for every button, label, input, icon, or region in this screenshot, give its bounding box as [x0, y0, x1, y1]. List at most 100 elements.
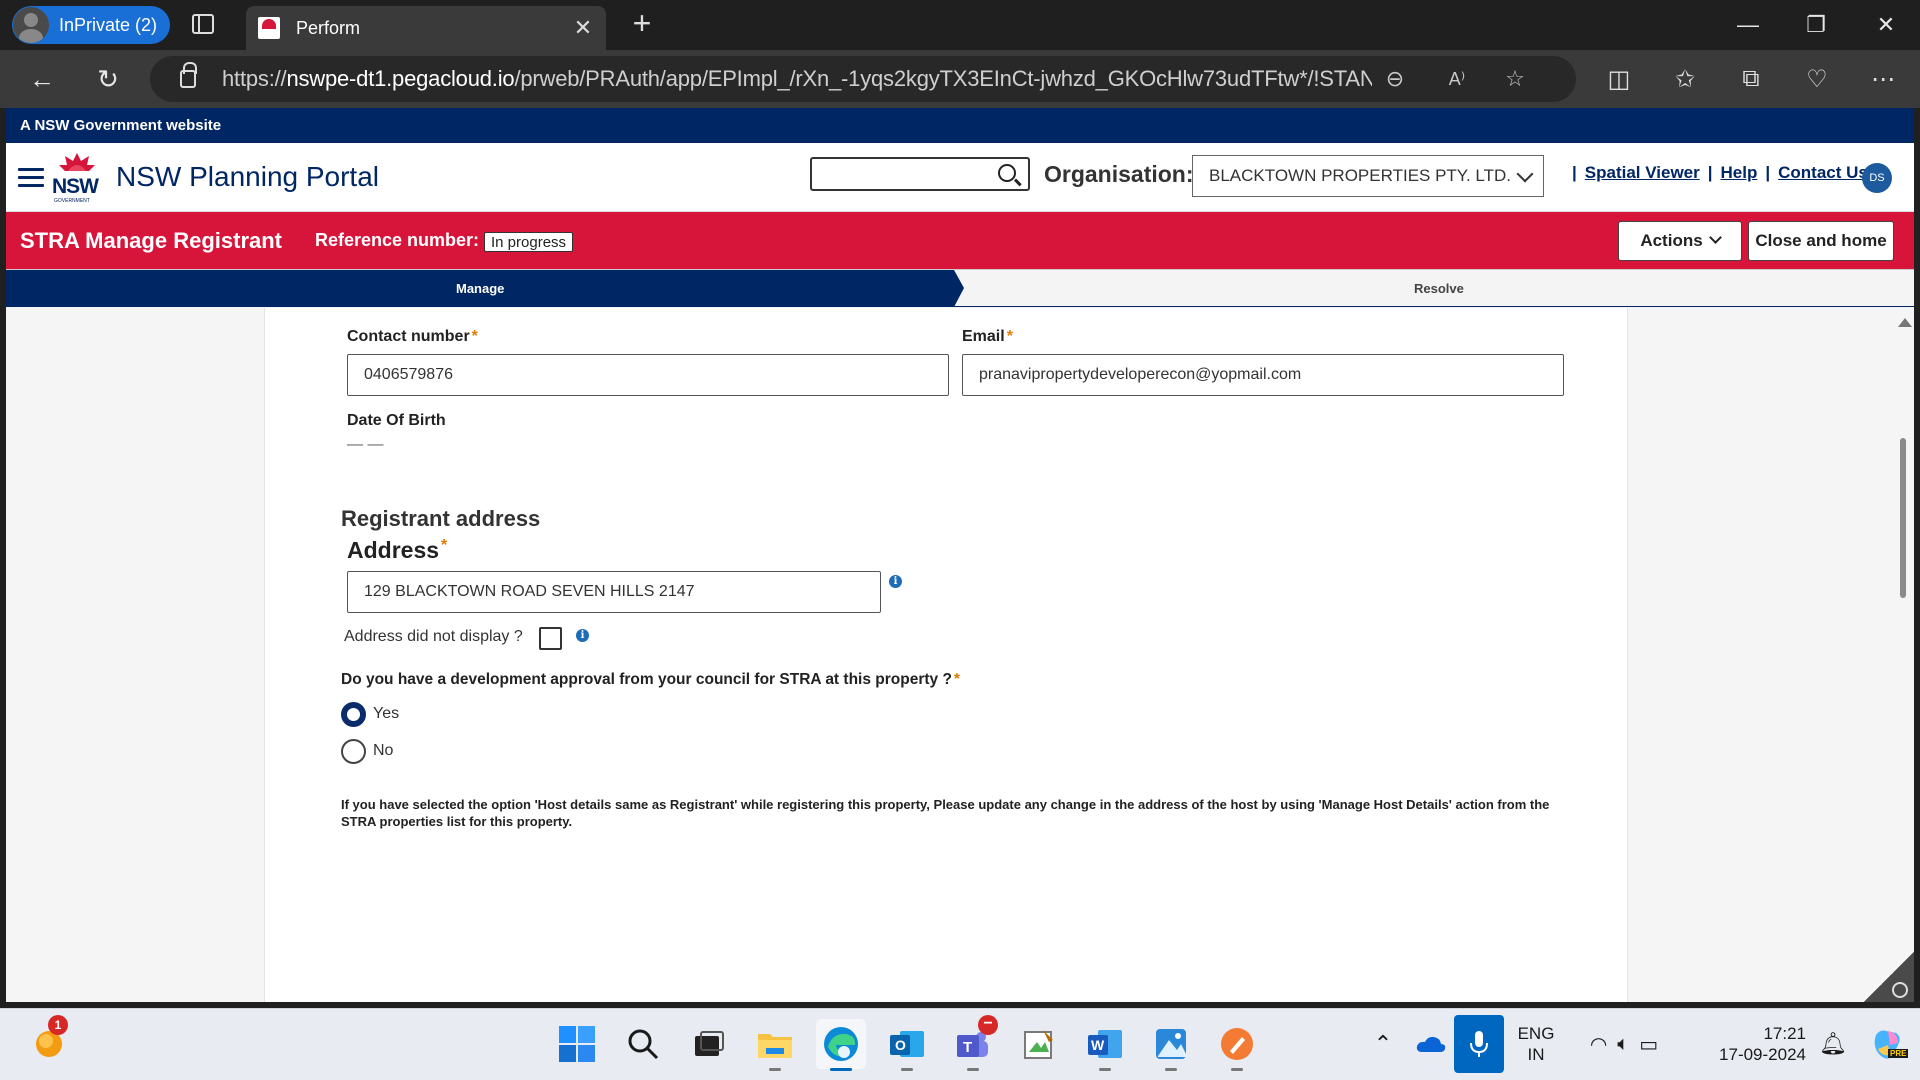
svg-text:T: T [963, 1039, 972, 1056]
reference-label: Reference number: [315, 230, 480, 250]
url-text: https://nswpe-dt1.pegacloud.io/prweb/PRA… [222, 66, 1372, 91]
tab-actions-icon[interactable] [192, 14, 214, 34]
tab-close-icon[interactable]: ✕ [568, 15, 598, 41]
photos-button[interactable] [1146, 1019, 1196, 1071]
browser-tab-perform[interactable]: Perform ✕ [246, 6, 606, 50]
email-label: Email * [962, 328, 1013, 345]
more-menu-icon[interactable]: ⋯ [1862, 59, 1904, 99]
approval-no-radio[interactable] [341, 739, 366, 764]
waratah-icon [59, 153, 95, 171]
teams-button[interactable]: T − [948, 1015, 998, 1071]
widgets-button[interactable]: 1 [24, 1015, 74, 1069]
close-and-home-button[interactable]: Close and home [1748, 221, 1894, 261]
portal-title[interactable]: NSW Planning Portal [116, 161, 379, 193]
approval-question-label: Do you have a development approval from … [341, 671, 960, 688]
snipping-tool-button[interactable] [1014, 1019, 1064, 1069]
profile-avatar-icon [13, 7, 49, 43]
approval-yes-label[interactable]: Yes [373, 705, 399, 723]
site-search-input[interactable] [810, 157, 1030, 191]
chevron-up-icon[interactable]: ⌃ [1358, 1019, 1408, 1069]
organisation-label: Organisation: [1044, 161, 1194, 187]
registrant-form: Contact number * 0406579876 Email * pranav… [264, 308, 1628, 1002]
spatial-viewer-link[interactable]: Spatial Viewer [1585, 163, 1700, 183]
inprivate-profile-button[interactable]: InPrivate (2) [12, 6, 170, 44]
language-indicator[interactable]: ENG IN [1508, 1023, 1564, 1065]
minimize-icon[interactable]: — [1714, 0, 1782, 50]
web-page: A NSW Government website NSW GOVERNMENT … [6, 108, 1914, 1002]
page-scrollbar[interactable] [1894, 308, 1912, 1002]
info-icon[interactable]: i [576, 629, 589, 642]
favorite-star-icon[interactable]: ☆ [1492, 56, 1538, 102]
refresh-icon[interactable]: ↻ [88, 59, 128, 99]
search-button[interactable] [618, 1019, 668, 1069]
stage-resolve[interactable]: Resolve [1414, 270, 1464, 307]
top-links: | Spatial Viewer | Help | Contact Us [1572, 163, 1868, 183]
word-icon: W [1088, 1030, 1122, 1058]
browser-address-bar: ← ↻ https://nswpe-dt1.pegacloud.io/prweb… [0, 50, 1920, 108]
user-avatar[interactable]: DS [1862, 163, 1892, 193]
microphone-button[interactable] [1454, 1015, 1504, 1073]
search-icon[interactable] [998, 164, 1016, 182]
menu-icon[interactable] [18, 168, 44, 188]
scroll-up-icon[interactable] [1898, 318, 1912, 327]
onedrive-icon [1416, 1036, 1446, 1052]
help-link[interactable]: Help [1721, 163, 1758, 183]
tab-title: Perform [296, 17, 361, 38]
email-field[interactable]: pranavipropertydeveloperecon@yopmail.com [962, 354, 1564, 396]
browser-essentials-icon[interactable]: ♡ [1796, 59, 1838, 99]
approval-no-label[interactable]: No [373, 742, 393, 760]
contact-number-field[interactable]: 0406579876 [347, 354, 949, 396]
onedrive-button[interactable] [1406, 1019, 1456, 1069]
pen-icon [1221, 1028, 1253, 1060]
edge-icon [824, 1027, 858, 1061]
address-field[interactable]: 129 BLACKTOWN ROAD SEVEN HILLS 2147 [347, 571, 881, 613]
photos-icon [1156, 1029, 1186, 1059]
busy-status-icon: − [978, 1015, 998, 1035]
collections-icon[interactable]: ⧉ [1730, 59, 1772, 99]
start-button[interactable] [552, 1019, 602, 1069]
actions-button[interactable]: Actions [1618, 221, 1742, 261]
read-aloud-icon[interactable]: A⁾ [1434, 56, 1480, 102]
organisation-select[interactable]: BLACKTOWN PROPERTIES PTY. LTD. [1192, 155, 1544, 197]
edge-button[interactable] [816, 1019, 866, 1071]
date-of-birth-value: — — [347, 436, 384, 453]
approval-yes-radio[interactable] [341, 702, 366, 727]
site-header: NSW GOVERNMENT NSW Planning Portal Organ… [6, 143, 1914, 212]
split-screen-icon[interactable]: ◫ [1598, 59, 1640, 99]
notepad-icon [1024, 1030, 1053, 1059]
status-badge: In progress [484, 232, 574, 252]
restore-icon[interactable]: ❐ [1782, 0, 1850, 50]
stage-manage[interactable]: Manage [6, 270, 964, 307]
copilot-button[interactable]: PRE [1862, 1019, 1912, 1069]
system-tray-quick-settings[interactable]: ◠ 🔈︎ ▭ [1568, 1019, 1680, 1069]
task-view-button[interactable] [684, 1019, 734, 1069]
scroll-thumb[interactable] [1900, 438, 1906, 598]
zoom-out-icon[interactable]: ⊖ [1372, 56, 1418, 102]
case-title: STRA Manage Registrant [20, 228, 283, 253]
window-close-icon[interactable]: ✕ [1852, 0, 1920, 50]
word-button[interactable]: W [1080, 1019, 1130, 1071]
file-explorer-button[interactable] [750, 1019, 800, 1071]
organisation-value: BLACKTOWN PROPERTIES PTY. LTD. [1209, 166, 1511, 185]
url-field[interactable]: https://nswpe-dt1.pegacloud.io/prweb/PRA… [150, 56, 1576, 102]
address-not-display-checkbox[interactable] [539, 627, 562, 650]
nsw-logo[interactable]: NSW GOVERNMENT [52, 149, 102, 205]
settings-gear-icon[interactable] [1892, 982, 1908, 998]
back-icon[interactable]: ← [22, 59, 62, 99]
clock[interactable]: 17:21 17-09-2024 [1690, 1023, 1806, 1065]
inprivate-label: InPrivate (2) [59, 14, 158, 35]
folder-icon [758, 1034, 792, 1058]
svg-text:O: O [895, 1037, 906, 1053]
notification-bell-icon[interactable]: 🔔︎ [1808, 1019, 1858, 1069]
outlook-button[interactable]: O [882, 1019, 932, 1071]
favorites-icon[interactable]: ✩ [1664, 59, 1706, 99]
lock-icon [180, 62, 197, 88]
info-icon[interactable]: i [889, 575, 902, 588]
search-icon [628, 1029, 659, 1060]
pen-app-button[interactable] [1212, 1019, 1262, 1071]
new-tab-button[interactable]: + [624, 6, 660, 42]
contact-us-link[interactable]: Contact Us [1778, 163, 1868, 183]
content-area: Contact number * 0406579876 Email * pranav… [6, 308, 1914, 1002]
nsw-favicon-icon [258, 17, 280, 39]
windows-taskbar: 1 O T − W ⌃ ENG IN ◠ 🔈︎ ▭ 17:21 17-09-20… [0, 1008, 1920, 1080]
